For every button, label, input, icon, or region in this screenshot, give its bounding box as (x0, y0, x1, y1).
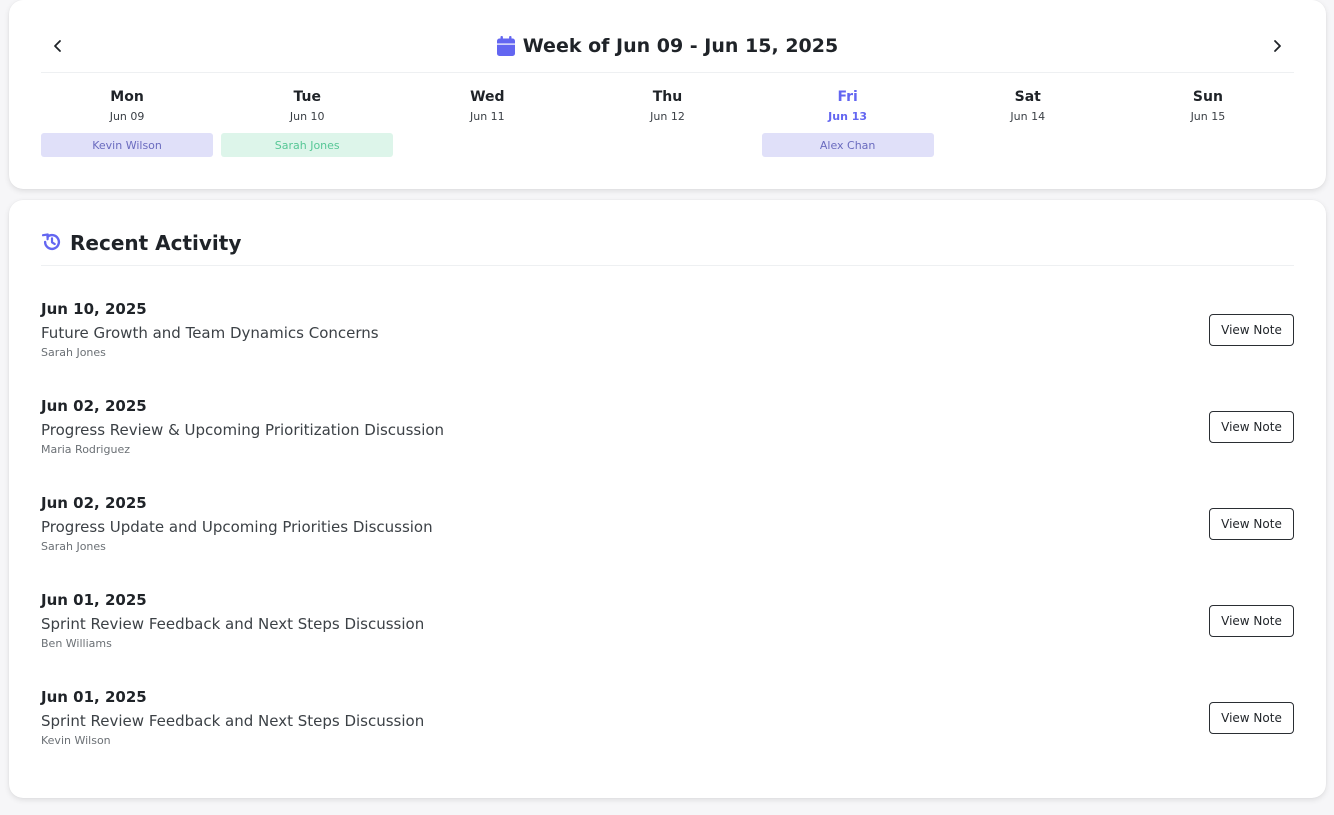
activity-date: Jun 01, 2025 (41, 591, 147, 609)
day-column-fri-today[interactable]: Fri Jun 13 Alex Chan (761, 89, 934, 157)
list-item: Jun 01, 2025 Sprint Review Feedback and … (41, 591, 1294, 688)
week-header: Week of Jun 09 - Jun 15, 2025 (41, 22, 1294, 73)
activity-author: Sarah Jones (41, 346, 106, 359)
recent-activity-title: Recent Activity (70, 231, 242, 255)
list-item: Jun 02, 2025 Progress Review & Upcoming … (41, 397, 1294, 494)
activity-author: Maria Rodriguez (41, 443, 130, 456)
calendar-icon (496, 36, 515, 56)
view-note-button[interactable]: View Note (1209, 702, 1294, 734)
activity-date: Jun 02, 2025 (41, 494, 147, 512)
activity-title: Sprint Review Feedback and Next Steps Di… (41, 615, 425, 633)
activity-date: Jun 10, 2025 (41, 300, 147, 318)
day-date: Jun 10 (289, 110, 325, 123)
event-pill[interactable]: Kevin Wilson (41, 133, 214, 157)
activity-title: Future Growth and Team Dynamics Concerns (41, 324, 379, 342)
day-column-tue[interactable]: Tue Jun 10 Sarah Jones (221, 89, 394, 157)
day-date: Jun 14 (1010, 110, 1046, 123)
day-column-mon[interactable]: Mon Jun 09 Kevin Wilson (41, 89, 214, 157)
history-icon (41, 233, 61, 251)
activity-title: Sprint Review Feedback and Next Steps Di… (41, 712, 425, 730)
day-column-wed[interactable]: Wed Jun 11 (401, 89, 573, 157)
event-pill[interactable]: Sarah Jones (221, 133, 394, 157)
activity-author: Ben Williams (41, 637, 112, 650)
list-item: Jun 01, 2025 Sprint Review Feedback and … (41, 688, 1294, 785)
day-column-sat[interactable]: Sat Jun 14 (942, 89, 1114, 157)
next-week-button[interactable] (1263, 32, 1291, 60)
list-item: Jun 02, 2025 Progress Update and Upcomin… (41, 494, 1294, 591)
week-calendar-card: Week of Jun 09 - Jun 15, 2025 Mon Jun 09… (9, 0, 1326, 189)
day-name: Tue (293, 89, 321, 105)
chevron-right-icon (1274, 40, 1281, 52)
day-date: Jun 15 (1190, 110, 1226, 123)
day-name: Sun (1192, 89, 1223, 105)
day-column-thu[interactable]: Thu Jun 12 (581, 89, 753, 157)
activity-title: Progress Update and Upcoming Priorities … (41, 518, 433, 536)
recent-activity-header: Recent Activity (41, 230, 1294, 266)
day-column-sun[interactable]: Sun Jun 15 (1122, 89, 1294, 157)
event-pill[interactable]: Alex Chan (761, 133, 934, 157)
day-date: Jun 11 (470, 110, 505, 123)
activity-author: Sarah Jones (41, 540, 106, 553)
day-name: Fri (837, 89, 858, 105)
view-note-button[interactable]: View Note (1209, 508, 1294, 540)
activity-author: Kevin Wilson (41, 734, 111, 747)
activity-title: Progress Review & Upcoming Prioritizatio… (41, 421, 445, 439)
day-name: Mon (110, 89, 144, 105)
activity-date: Jun 02, 2025 (41, 397, 147, 415)
day-date: Jun 12 (650, 110, 685, 123)
view-note-button[interactable]: View Note (1209, 314, 1294, 346)
week-range-label: Week of Jun 09 - Jun 15, 2025 (522, 35, 839, 57)
day-name: Sat (1014, 89, 1041, 105)
day-date: Jun 13 (828, 110, 868, 123)
view-note-button[interactable]: View Note (1209, 411, 1294, 443)
day-name: Thu (652, 89, 683, 105)
recent-activity-card: Recent Activity Jun 10, 2025 Future Grow… (9, 200, 1326, 798)
activity-date: Jun 01, 2025 (41, 688, 147, 706)
week-title: Week of Jun 09 - Jun 15, 2025 (41, 35, 1294, 57)
activity-list: Jun 10, 2025 Future Growth and Team Dyna… (41, 300, 1294, 785)
day-name: Wed (470, 89, 505, 105)
view-note-button[interactable]: View Note (1209, 605, 1294, 637)
day-date: Jun 09 (109, 110, 145, 123)
list-item: Jun 10, 2025 Future Growth and Team Dyna… (41, 300, 1294, 397)
week-days: Mon Jun 09 Kevin Wilson Tue Jun 10 Sarah… (41, 89, 1294, 157)
